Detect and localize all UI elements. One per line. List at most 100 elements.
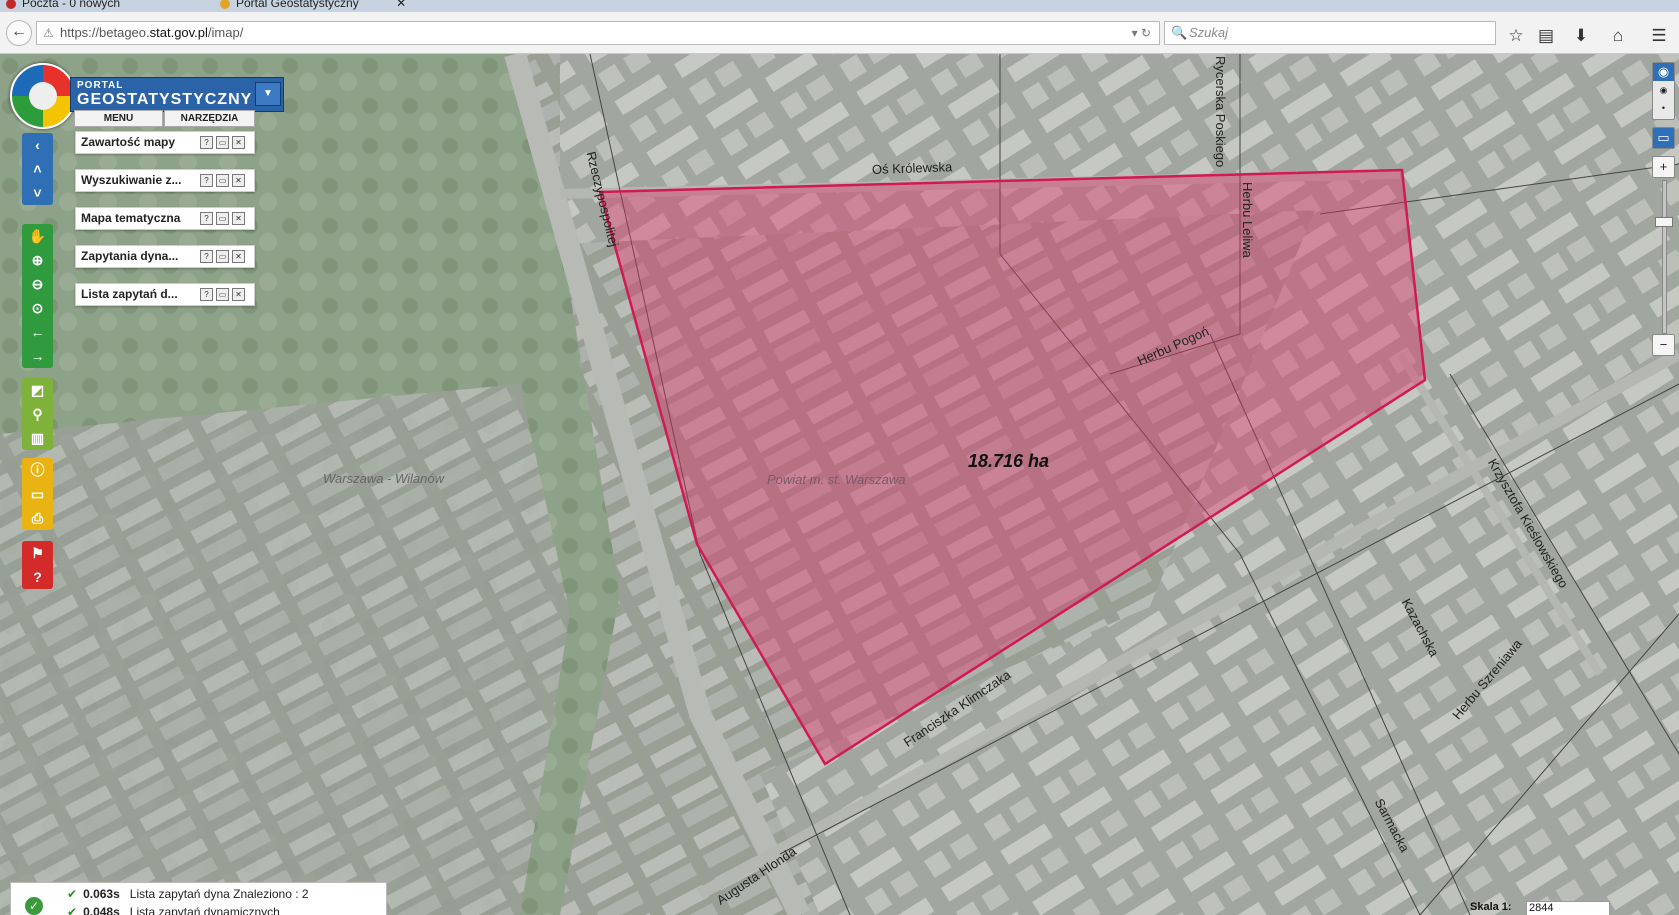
panel-title: Wyszukiwanie z...: [81, 173, 182, 187]
panel-title: Lista zapytań d...: [81, 287, 178, 301]
locate-button[interactable]: ⚲: [22, 402, 53, 426]
zoom-slider-track[interactable]: [1662, 180, 1667, 334]
window-icon: ▭: [30, 486, 45, 502]
panel-help-icon[interactable]: ?: [200, 212, 213, 225]
tab-mail-label: Poczta - 0 nowych: [22, 0, 121, 10]
region-label-powiat: Powiat m. st. Warszawa: [767, 472, 906, 487]
info-icon: ⓘ: [30, 462, 45, 478]
street-label-rycerska: Rycerska Poskiego: [1213, 56, 1228, 168]
chevron-up-icon: ˄: [33, 161, 42, 177]
panel-close-icon[interactable]: ✕: [232, 212, 245, 225]
menu-icon[interactable]: ☰: [1648, 25, 1670, 47]
panel-title: Mapa tematyczna: [81, 211, 181, 225]
scale-label: Skala 1:: [1470, 901, 1512, 913]
analysis-tools-group: ◩ ⚲ ▥: [22, 378, 53, 450]
check-icon: ✔: [67, 905, 78, 915]
map-tools-group: ✋ ⊕ ⊖ ⊙ ← →: [22, 224, 53, 368]
home-icon[interactable]: ⌂: [1607, 25, 1629, 47]
tab-portal[interactable]: Portal Geostatystyczny ✕: [220, 0, 406, 12]
print-button[interactable]: ⎙: [22, 506, 53, 530]
panel-window-icon[interactable]: ▭: [216, 250, 229, 263]
scroll-down-button[interactable]: ˅: [22, 181, 53, 205]
panel-help-icon[interactable]: ?: [200, 288, 213, 301]
menu-tab[interactable]: MENU: [74, 110, 163, 127]
panel-dynamic-queries[interactable]: Zapytania dyna... ? ▭ ✕: [75, 245, 255, 268]
panel-close-icon[interactable]: ✕: [232, 250, 245, 263]
panel-search[interactable]: Wyszukiwanie z... ? ▭ ✕: [75, 169, 255, 192]
panel-help-icon[interactable]: ?: [200, 250, 213, 263]
chat-bubble-icon[interactable]: ▭: [1652, 127, 1675, 149]
panel-window-icon[interactable]: ▭: [216, 174, 229, 187]
window-button[interactable]: ▭: [22, 482, 53, 506]
status-row-1: ✔ 0.063s Lista zapytań dyna Znaleziono : 2: [67, 887, 309, 901]
info-button[interactable]: ⓘ: [22, 458, 53, 482]
tab-portal-label: Portal Geostatystyczny: [236, 0, 359, 10]
street-label-herbu-leliwa: Herbu Leliwa: [1240, 182, 1255, 258]
pan-button[interactable]: ✋: [22, 224, 53, 248]
browser-navbar: ← ⚠ https://betageo.stat.gov.pl/imap/ ▾ …: [0, 12, 1679, 54]
eye-icon[interactable]: ◉: [1653, 63, 1674, 81]
previous-view-button[interactable]: ←: [22, 320, 53, 344]
portal-dropdown-button[interactable]: ▼: [255, 82, 281, 106]
zoom-in-icon: ⊕: [31, 252, 44, 268]
scale-input[interactable]: 2844: [1526, 901, 1610, 915]
panel-map-content[interactable]: Zawartość mapy ? ▭ ✕: [75, 131, 255, 154]
zoom-out-tool-button[interactable]: ⊖: [22, 272, 53, 296]
tab-mail[interactable]: Poczta - 0 nowych: [6, 0, 120, 12]
back-icon: ←: [11, 23, 27, 40]
check-icon: ✔: [67, 887, 78, 901]
hand-icon: ✋: [28, 228, 47, 244]
dropdown-icon[interactable]: ▾: [1132, 26, 1138, 40]
next-view-button[interactable]: →: [22, 344, 53, 368]
ruler-icon: ◩: [30, 382, 45, 398]
tools-tab[interactable]: NARZĘDZIA: [164, 110, 255, 127]
dot-icon[interactable]: •: [1653, 99, 1674, 117]
panel-help-icon[interactable]: ?: [200, 136, 213, 149]
zoom-extent-button[interactable]: ⊙: [22, 296, 53, 320]
panel-title: Zapytania dyna...: [81, 249, 179, 263]
language-button[interactable]: ⚑: [22, 541, 53, 565]
zoom-out-button[interactable]: −: [1652, 334, 1675, 356]
panel-query-list[interactable]: Lista zapytań d... ? ▭ ✕: [75, 283, 255, 306]
bookmark-star-icon[interactable]: ☆: [1505, 25, 1527, 47]
info-tools-group: ⓘ ▭ ⎙: [22, 458, 53, 530]
search-placeholder: Szukaj: [1189, 25, 1229, 40]
download-icon[interactable]: ⬇: [1570, 25, 1592, 47]
back-button[interactable]: ←: [6, 20, 32, 46]
tab-close-icon[interactable]: ✕: [396, 0, 406, 10]
portal-title-box: PORTAL GEOSTATYSTYCZNY ▼: [70, 77, 284, 112]
map-scale: Skala 1: 2844: [1470, 901, 1610, 915]
panel-close-icon[interactable]: ✕: [232, 174, 245, 187]
panel-window-icon[interactable]: ▭: [216, 212, 229, 225]
help-button[interactable]: ?: [22, 565, 53, 589]
nav-toolbar-group: ‹ ˄ ˅: [22, 133, 53, 205]
panel-help-icon[interactable]: ?: [200, 174, 213, 187]
measure-button[interactable]: ◩: [22, 378, 53, 402]
panel-window-icon[interactable]: ▭: [216, 136, 229, 149]
help-icon: ?: [33, 569, 42, 585]
portal-favicon-icon: [220, 0, 230, 9]
reload-icon[interactable]: ↻: [1141, 26, 1151, 40]
panel-window-icon[interactable]: ▭: [216, 288, 229, 301]
collapse-left-button[interactable]: ‹: [22, 133, 53, 157]
url-actions: ▾ ↻: [1132, 22, 1151, 44]
panel-thematic-map[interactable]: Mapa tematyczna ? ▭ ✕: [75, 207, 255, 230]
address-bar[interactable]: ⚠ https://betageo.stat.gov.pl/imap/ ▾ ↻: [36, 21, 1160, 45]
chevron-down-icon: ˅: [33, 185, 42, 201]
zoom-in-button[interactable]: +: [1652, 156, 1675, 178]
url-text: https://betageo.stat.gov.pl/imap/: [60, 25, 244, 40]
arrow-right-icon: →: [30, 348, 45, 364]
zoom-in-tool-button[interactable]: ⊕: [22, 248, 53, 272]
reading-list-icon[interactable]: ▤: [1535, 25, 1557, 47]
panel-close-icon[interactable]: ✕: [232, 136, 245, 149]
chart-button[interactable]: ▥: [22, 426, 53, 450]
zoom-slider-handle[interactable]: [1655, 217, 1673, 227]
scroll-up-button[interactable]: ˄: [22, 157, 53, 181]
search-bar[interactable]: 🔍 Szukaj: [1164, 21, 1496, 45]
warning-icon: ⚠: [43, 26, 54, 40]
eye-small-icon[interactable]: ◉: [1653, 81, 1674, 99]
chevron-down-icon: ▼: [263, 88, 273, 99]
layer-visibility-group: ◉ ◉ •: [1652, 62, 1675, 120]
status-row-2: ✔ 0.048s Lista zapytań dynamicznych: [67, 905, 280, 915]
panel-close-icon[interactable]: ✕: [232, 288, 245, 301]
